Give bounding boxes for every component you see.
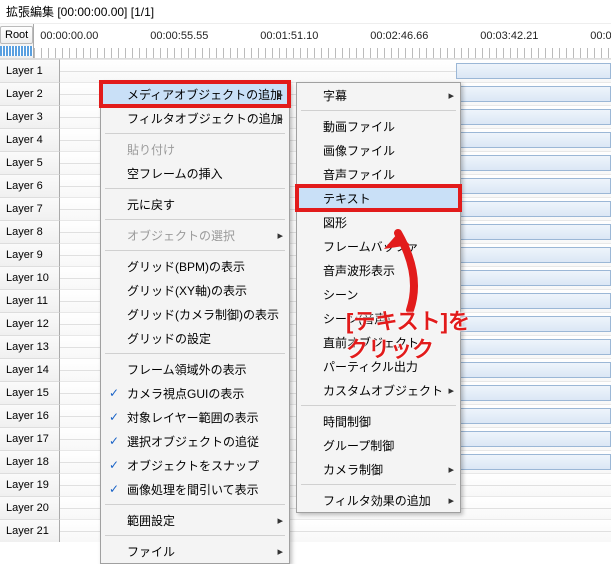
clip-object[interactable] — [456, 408, 611, 424]
menu-separator — [301, 110, 456, 111]
submenu-item-camera-ctrl[interactable]: カメラ制御 — [297, 457, 460, 481]
clip-object[interactable] — [456, 293, 611, 309]
menu-separator — [105, 535, 285, 536]
menu-item-camera-gui[interactable]: カメラ視点GUIの表示 — [101, 381, 289, 405]
clip-object[interactable] — [456, 316, 611, 332]
clip-object[interactable] — [456, 155, 611, 171]
window-title: 拡張編集 [00:00:00.00] [1/1] — [0, 0, 611, 24]
layer-header[interactable]: Layer 12 — [0, 312, 60, 335]
layer-header[interactable]: Layer 18 — [0, 450, 60, 473]
submenu-item-scene[interactable]: シーン — [297, 282, 460, 306]
submenu-item-prev-object[interactable]: 直前オブジェクト — [297, 330, 460, 354]
clip-object[interactable] — [456, 63, 611, 79]
menu-item-grid-set[interactable]: グリッドの設定 — [101, 326, 289, 350]
submenu-item-custom-object[interactable]: カスタムオブジェクト — [297, 378, 460, 402]
submenu-item-audio-file[interactable]: 音声ファイル — [297, 162, 460, 186]
submenu-item-subtitle[interactable]: 字幕 — [297, 83, 460, 107]
menu-separator — [105, 250, 285, 251]
submenu-item-video-file[interactable]: 動画ファイル — [297, 114, 460, 138]
submenu-item-particle-out[interactable]: パーティクル出力 — [297, 354, 460, 378]
layer-header[interactable]: Layer 7 — [0, 197, 60, 220]
menu-separator — [301, 484, 456, 485]
clip-object[interactable] — [456, 270, 611, 286]
layer-header[interactable]: Layer 21 — [0, 519, 60, 542]
layer-row: Layer 1 — [0, 59, 611, 82]
submenu-item-text[interactable]: テキスト — [297, 186, 460, 210]
clip-object[interactable] — [456, 178, 611, 194]
menu-item-paste: 貼り付け — [101, 137, 289, 161]
clip-object[interactable] — [456, 132, 611, 148]
layer-header[interactable]: Layer 5 — [0, 151, 60, 174]
root-button[interactable]: Root — [0, 26, 33, 44]
layer-row: Layer 21 — [0, 519, 611, 542]
layer-header[interactable]: Layer 6 — [0, 174, 60, 197]
menu-item-filter-add[interactable]: フィルタオブジェクトの追加 — [101, 106, 289, 130]
context-menu-main: メディアオブジェクトの追加 フィルタオブジェクトの追加 貼り付け 空フレームの挿… — [100, 81, 290, 564]
menu-item-object-select: オブジェクトの選択 — [101, 223, 289, 247]
menu-item-grid-xy[interactable]: グリッド(XY軸)の表示 — [101, 278, 289, 302]
time-ruler[interactable]: 00:00:00.00 00:00:55.55 00:01:51.10 00:0… — [34, 24, 611, 58]
menu-separator — [105, 188, 285, 189]
menu-item-target-layer[interactable]: 対象レイヤー範囲の表示 — [101, 405, 289, 429]
layer-header[interactable]: Layer 1 — [0, 59, 60, 82]
layer-header[interactable]: Layer 10 — [0, 266, 60, 289]
menu-separator — [105, 353, 285, 354]
menu-item-grid-bpm[interactable]: グリッド(BPM)の表示 — [101, 254, 289, 278]
submenu-item-audio-wave[interactable]: 音声波形表示 — [297, 258, 460, 282]
layer-header[interactable]: Layer 2 — [0, 82, 60, 105]
layer-header[interactable]: Layer 20 — [0, 496, 60, 519]
menu-item-range-set[interactable]: 範囲設定 — [101, 508, 289, 532]
menu-item-grid-cam[interactable]: グリッド(カメラ制御)の表示 — [101, 302, 289, 326]
layer-header[interactable]: Layer 4 — [0, 128, 60, 151]
layer-header[interactable]: Layer 14 — [0, 358, 60, 381]
clip-object[interactable] — [456, 224, 611, 240]
layer-header[interactable]: Layer 16 — [0, 404, 60, 427]
submenu-item-filter-effect[interactable]: フィルタ効果の追加 — [297, 488, 460, 512]
clip-object[interactable] — [456, 86, 611, 102]
menu-item-thinning[interactable]: 画像処理を間引いて表示 — [101, 477, 289, 501]
menu-separator — [105, 504, 285, 505]
menu-item-insert-empty[interactable]: 空フレームの挿入 — [101, 161, 289, 185]
layer-header[interactable]: Layer 3 — [0, 105, 60, 128]
menu-item-outside-frame[interactable]: フレーム領域外の表示 — [101, 357, 289, 381]
submenu-item-time-ctrl[interactable]: 時間制御 — [297, 409, 460, 433]
menu-item-file[interactable]: ファイル — [101, 539, 289, 563]
submenu-item-image-file[interactable]: 画像ファイル — [297, 138, 460, 162]
clip-object[interactable] — [456, 385, 611, 401]
menu-item-undo[interactable]: 元に戻す — [101, 192, 289, 216]
menu-separator — [301, 405, 456, 406]
context-menu-media-objects: 字幕 動画ファイル 画像ファイル 音声ファイル テキスト 図形 フレームバッファ… — [296, 82, 461, 513]
layer-header[interactable]: Layer 9 — [0, 243, 60, 266]
submenu-item-group-ctrl[interactable]: グループ制御 — [297, 433, 460, 457]
clip-object[interactable] — [456, 431, 611, 447]
submenu-item-frame-buffer[interactable]: フレームバッファ — [297, 234, 460, 258]
layer-header[interactable]: Layer 13 — [0, 335, 60, 358]
layer-header[interactable]: Layer 17 — [0, 427, 60, 450]
menu-item-follow-selection[interactable]: 選択オブジェクトの追従 — [101, 429, 289, 453]
root-cell: Root — [0, 24, 34, 58]
menu-separator — [105, 133, 285, 134]
menu-item-media-add[interactable]: メディアオブジェクトの追加 — [101, 82, 289, 106]
layer-header[interactable]: Layer 19 — [0, 473, 60, 496]
clip-object[interactable] — [456, 247, 611, 263]
clip-object[interactable] — [456, 362, 611, 378]
submenu-item-scene-audio[interactable]: シーン(音声) — [297, 306, 460, 330]
clip-object[interactable] — [456, 109, 611, 125]
root-wave-icon — [0, 46, 33, 56]
layer-header[interactable]: Layer 8 — [0, 220, 60, 243]
menu-item-snap-object[interactable]: オブジェクトをスナップ — [101, 453, 289, 477]
layer-header[interactable]: Layer 15 — [0, 381, 60, 404]
clip-object[interactable] — [456, 454, 611, 470]
layer-track[interactable] — [60, 59, 611, 82]
clip-object[interactable] — [456, 339, 611, 355]
ruler-bar: Root 00:00:00.00 00:00:55.55 00:01:51.10… — [0, 24, 611, 59]
layer-header[interactable]: Layer 11 — [0, 289, 60, 312]
clip-object[interactable] — [456, 201, 611, 217]
submenu-item-shape[interactable]: 図形 — [297, 210, 460, 234]
menu-separator — [105, 219, 285, 220]
